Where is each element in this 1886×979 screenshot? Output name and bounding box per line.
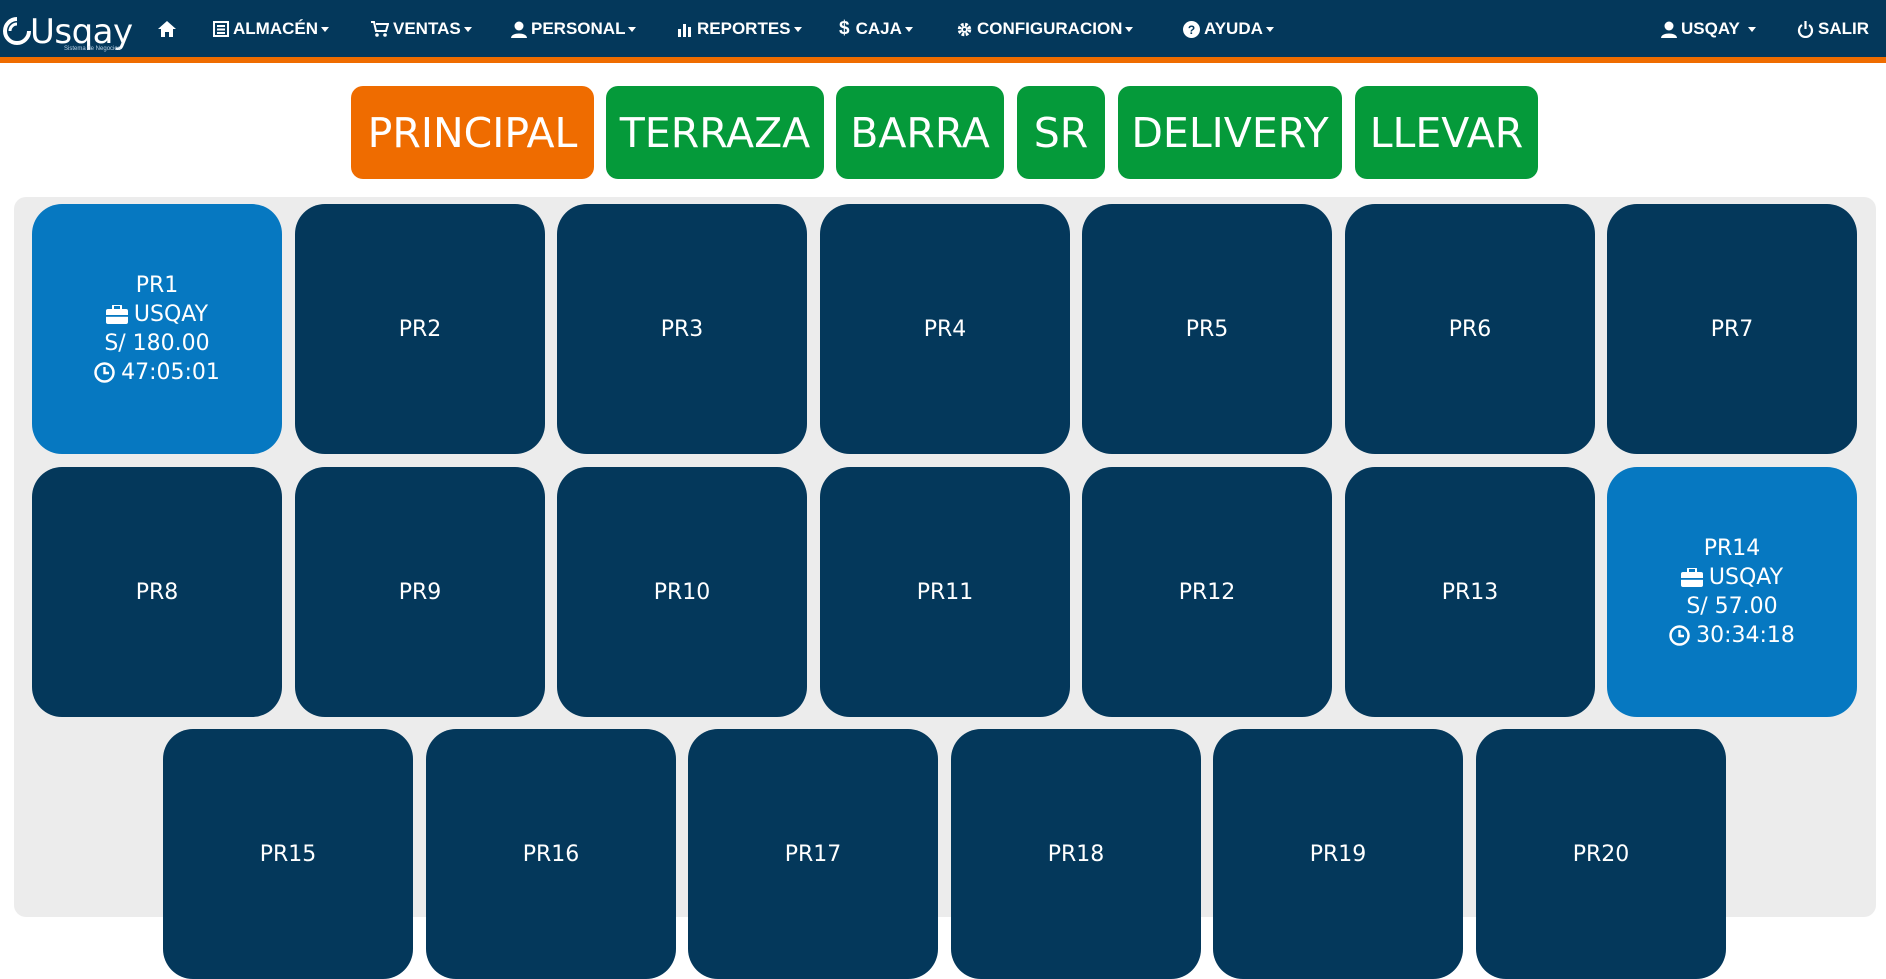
tab-llevar[interactable]: LLEVAR xyxy=(1355,86,1538,179)
clock-icon xyxy=(1669,625,1690,646)
menu-reportes-label: REPORTES xyxy=(697,19,791,38)
tab-delivery[interactable]: DELIVERY xyxy=(1118,86,1342,179)
menu-ayuda-label: AYUDA xyxy=(1204,19,1263,38)
menu-caja-label: CAJA xyxy=(855,19,902,38)
logo-icon xyxy=(3,17,31,45)
brand-subtitle: Sistema de Negocios xyxy=(64,46,121,52)
chevron-down-icon xyxy=(904,26,913,32)
gear-icon xyxy=(957,22,972,36)
menu-reportes[interactable]: REPORTES xyxy=(677,14,802,44)
question-icon: ? xyxy=(1183,20,1200,38)
table-tile-pr20[interactable]: PR20 xyxy=(1476,729,1726,979)
table-waiter: USQAY xyxy=(1680,563,1784,592)
tab-terraza[interactable]: TERRAZA xyxy=(606,86,824,179)
table-tile-pr11[interactable]: PR11 xyxy=(820,467,1070,717)
table-tile-pr19[interactable]: PR19 xyxy=(1213,729,1463,979)
svg-text:?: ? xyxy=(1188,23,1195,37)
waiter-name: USQAY xyxy=(1708,565,1784,590)
tab-principal[interactable]: PRINCIPAL xyxy=(351,86,594,179)
briefcase-icon xyxy=(1680,568,1703,587)
table-timer: 47:05:01 xyxy=(94,358,220,387)
dollar-icon: $ xyxy=(839,18,850,39)
table-tile-pr14[interactable]: PR14 USQAY S/ 57.00 30:34:18 xyxy=(1607,467,1857,717)
tab-barra[interactable]: BARRA xyxy=(836,86,1004,179)
power-icon xyxy=(1797,20,1814,38)
table-tile-pr8[interactable]: PR8 xyxy=(32,467,282,717)
table-tile-pr7[interactable]: PR7 xyxy=(1607,204,1857,454)
elapsed-time: 47:05:01 xyxy=(121,360,220,385)
table-waiter: USQAY xyxy=(105,300,209,329)
chevron-down-icon xyxy=(793,26,802,32)
cart-icon xyxy=(371,21,389,37)
menu-caja[interactable]: $ CAJA xyxy=(839,14,913,44)
menu-ventas-label: VENTAS xyxy=(393,19,461,38)
brand-logo[interactable]: Usqay Sistema de Negocios xyxy=(0,8,133,52)
logout-label: SALIR xyxy=(1818,19,1869,38)
table-tile-pr18[interactable]: PR18 xyxy=(951,729,1201,979)
home-icon xyxy=(158,21,176,37)
table-tile-pr17[interactable]: PR17 xyxy=(688,729,938,979)
table-tile-pr4[interactable]: PR4 xyxy=(820,204,1070,454)
top-navbar: Usqay Sistema de Negocios ALMACÉN VENTAS… xyxy=(0,0,1886,63)
table-tile-pr15[interactable]: PR15 xyxy=(163,729,413,979)
tab-sr[interactable]: SR xyxy=(1017,86,1105,179)
briefcase-icon xyxy=(105,305,128,324)
table-tile-pr9[interactable]: PR9 xyxy=(295,467,545,717)
table-amount: S/ 57.00 xyxy=(1686,594,1778,619)
table-amount: S/ 180.00 xyxy=(104,331,210,356)
user-icon xyxy=(511,21,527,38)
clock-icon xyxy=(94,362,115,383)
menu-personal[interactable]: PERSONAL xyxy=(511,14,637,44)
table-tile-pr12[interactable]: PR12 xyxy=(1082,467,1332,717)
menu-configuracion[interactable]: CONFIGURACION xyxy=(956,14,1134,44)
bar-chart-icon xyxy=(678,24,691,37)
table-tile-pr5[interactable]: PR5 xyxy=(1082,204,1332,454)
table-tile-pr3[interactable]: PR3 xyxy=(557,204,807,454)
table-tile-pr1[interactable]: PR1 USQAY S/ 180.00 47:05:01 xyxy=(32,204,282,454)
menu-almacen-label: ALMACÉN xyxy=(233,19,318,38)
menu-personal-label: PERSONAL xyxy=(531,19,626,38)
chevron-down-icon xyxy=(463,26,472,32)
menu-configuracion-label: CONFIGURACION xyxy=(977,19,1123,38)
waiter-name: USQAY xyxy=(133,302,209,327)
menu-ayuda[interactable]: ? AYUDA xyxy=(1183,14,1274,44)
menu-ventas[interactable]: VENTAS xyxy=(371,14,472,44)
table-name: PR14 xyxy=(1703,536,1761,561)
chevron-down-icon xyxy=(628,26,637,32)
table-tile-pr6[interactable]: PR6 xyxy=(1345,204,1595,454)
chevron-down-icon xyxy=(321,26,329,32)
menu-user[interactable]: USQAY xyxy=(1661,14,1756,44)
logout-button[interactable]: SALIR xyxy=(1797,14,1869,44)
table-tile-pr2[interactable]: PR2 xyxy=(295,204,545,454)
chevron-down-icon xyxy=(1125,26,1134,32)
chevron-down-icon xyxy=(1747,26,1756,32)
table-timer: 30:34:18 xyxy=(1669,621,1795,650)
list-icon xyxy=(213,21,229,37)
table-tile-pr13[interactable]: PR13 xyxy=(1345,467,1595,717)
home-link[interactable] xyxy=(157,14,181,44)
table-tile-pr16[interactable]: PR16 xyxy=(426,729,676,979)
table-name: PR1 xyxy=(135,273,179,298)
menu-user-label: USQAY xyxy=(1681,19,1740,38)
table-tile-pr10[interactable]: PR10 xyxy=(557,467,807,717)
menu-almacen[interactable]: ALMACÉN xyxy=(213,14,329,44)
user-icon xyxy=(1661,21,1677,38)
chevron-down-icon xyxy=(1265,26,1274,32)
elapsed-time: 30:34:18 xyxy=(1696,623,1795,648)
